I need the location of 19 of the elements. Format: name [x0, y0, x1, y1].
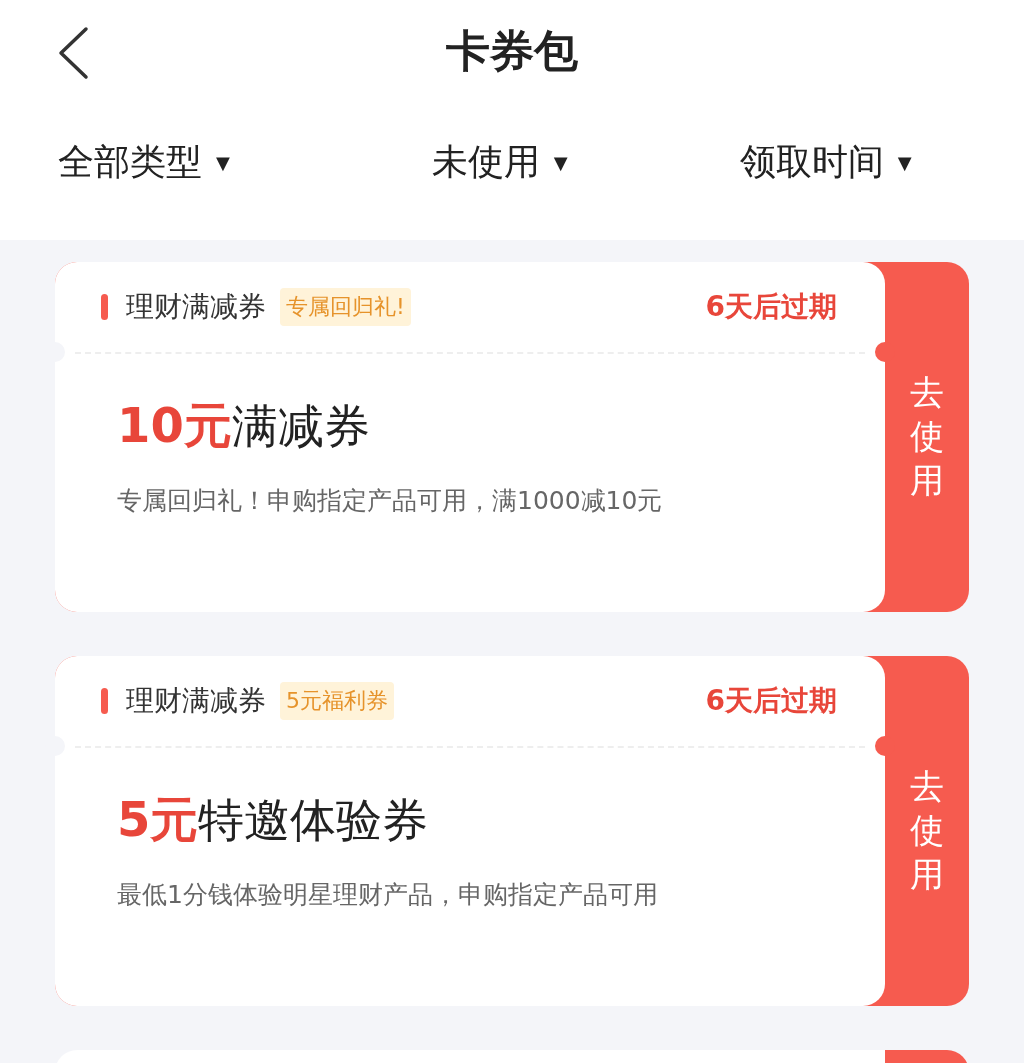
coupon-category: 理财满减券 — [126, 683, 266, 719]
coupon-name: 满减券 — [231, 398, 370, 455]
filter-dropdown[interactable]: 全部类型 ▼ — [58, 132, 230, 192]
coupon-name: 特邀体验券 — [198, 792, 429, 849]
page-title: 卡券包 — [446, 23, 578, 78]
coupon-tag: 专属回归礼! — [280, 288, 411, 326]
coupon-tag: 5元福利券 — [280, 682, 394, 720]
coupon-description: 最低1分钱体验明星理财产品，申购指定产品可用 — [117, 879, 659, 911]
filter-dropdown[interactable]: 领取时间 ▼ — [739, 132, 912, 192]
filter-dropdown[interactable]: 未使用 ▼ — [431, 132, 568, 192]
coupon-category: 理财满减券 — [126, 289, 266, 325]
coupon-description: 专属回归礼！申购指定产品可用，满1000减10元 — [117, 485, 664, 517]
expiry-text: 6天后过期 — [705, 683, 837, 719]
coupon-amount: 10元 — [117, 396, 232, 455]
category-marker — [101, 688, 108, 714]
coupon-amount: 5元 — [117, 790, 199, 849]
back-button[interactable] — [56, 26, 90, 80]
category-marker — [101, 294, 108, 320]
expiry-text: 6天后过期 — [705, 289, 837, 325]
